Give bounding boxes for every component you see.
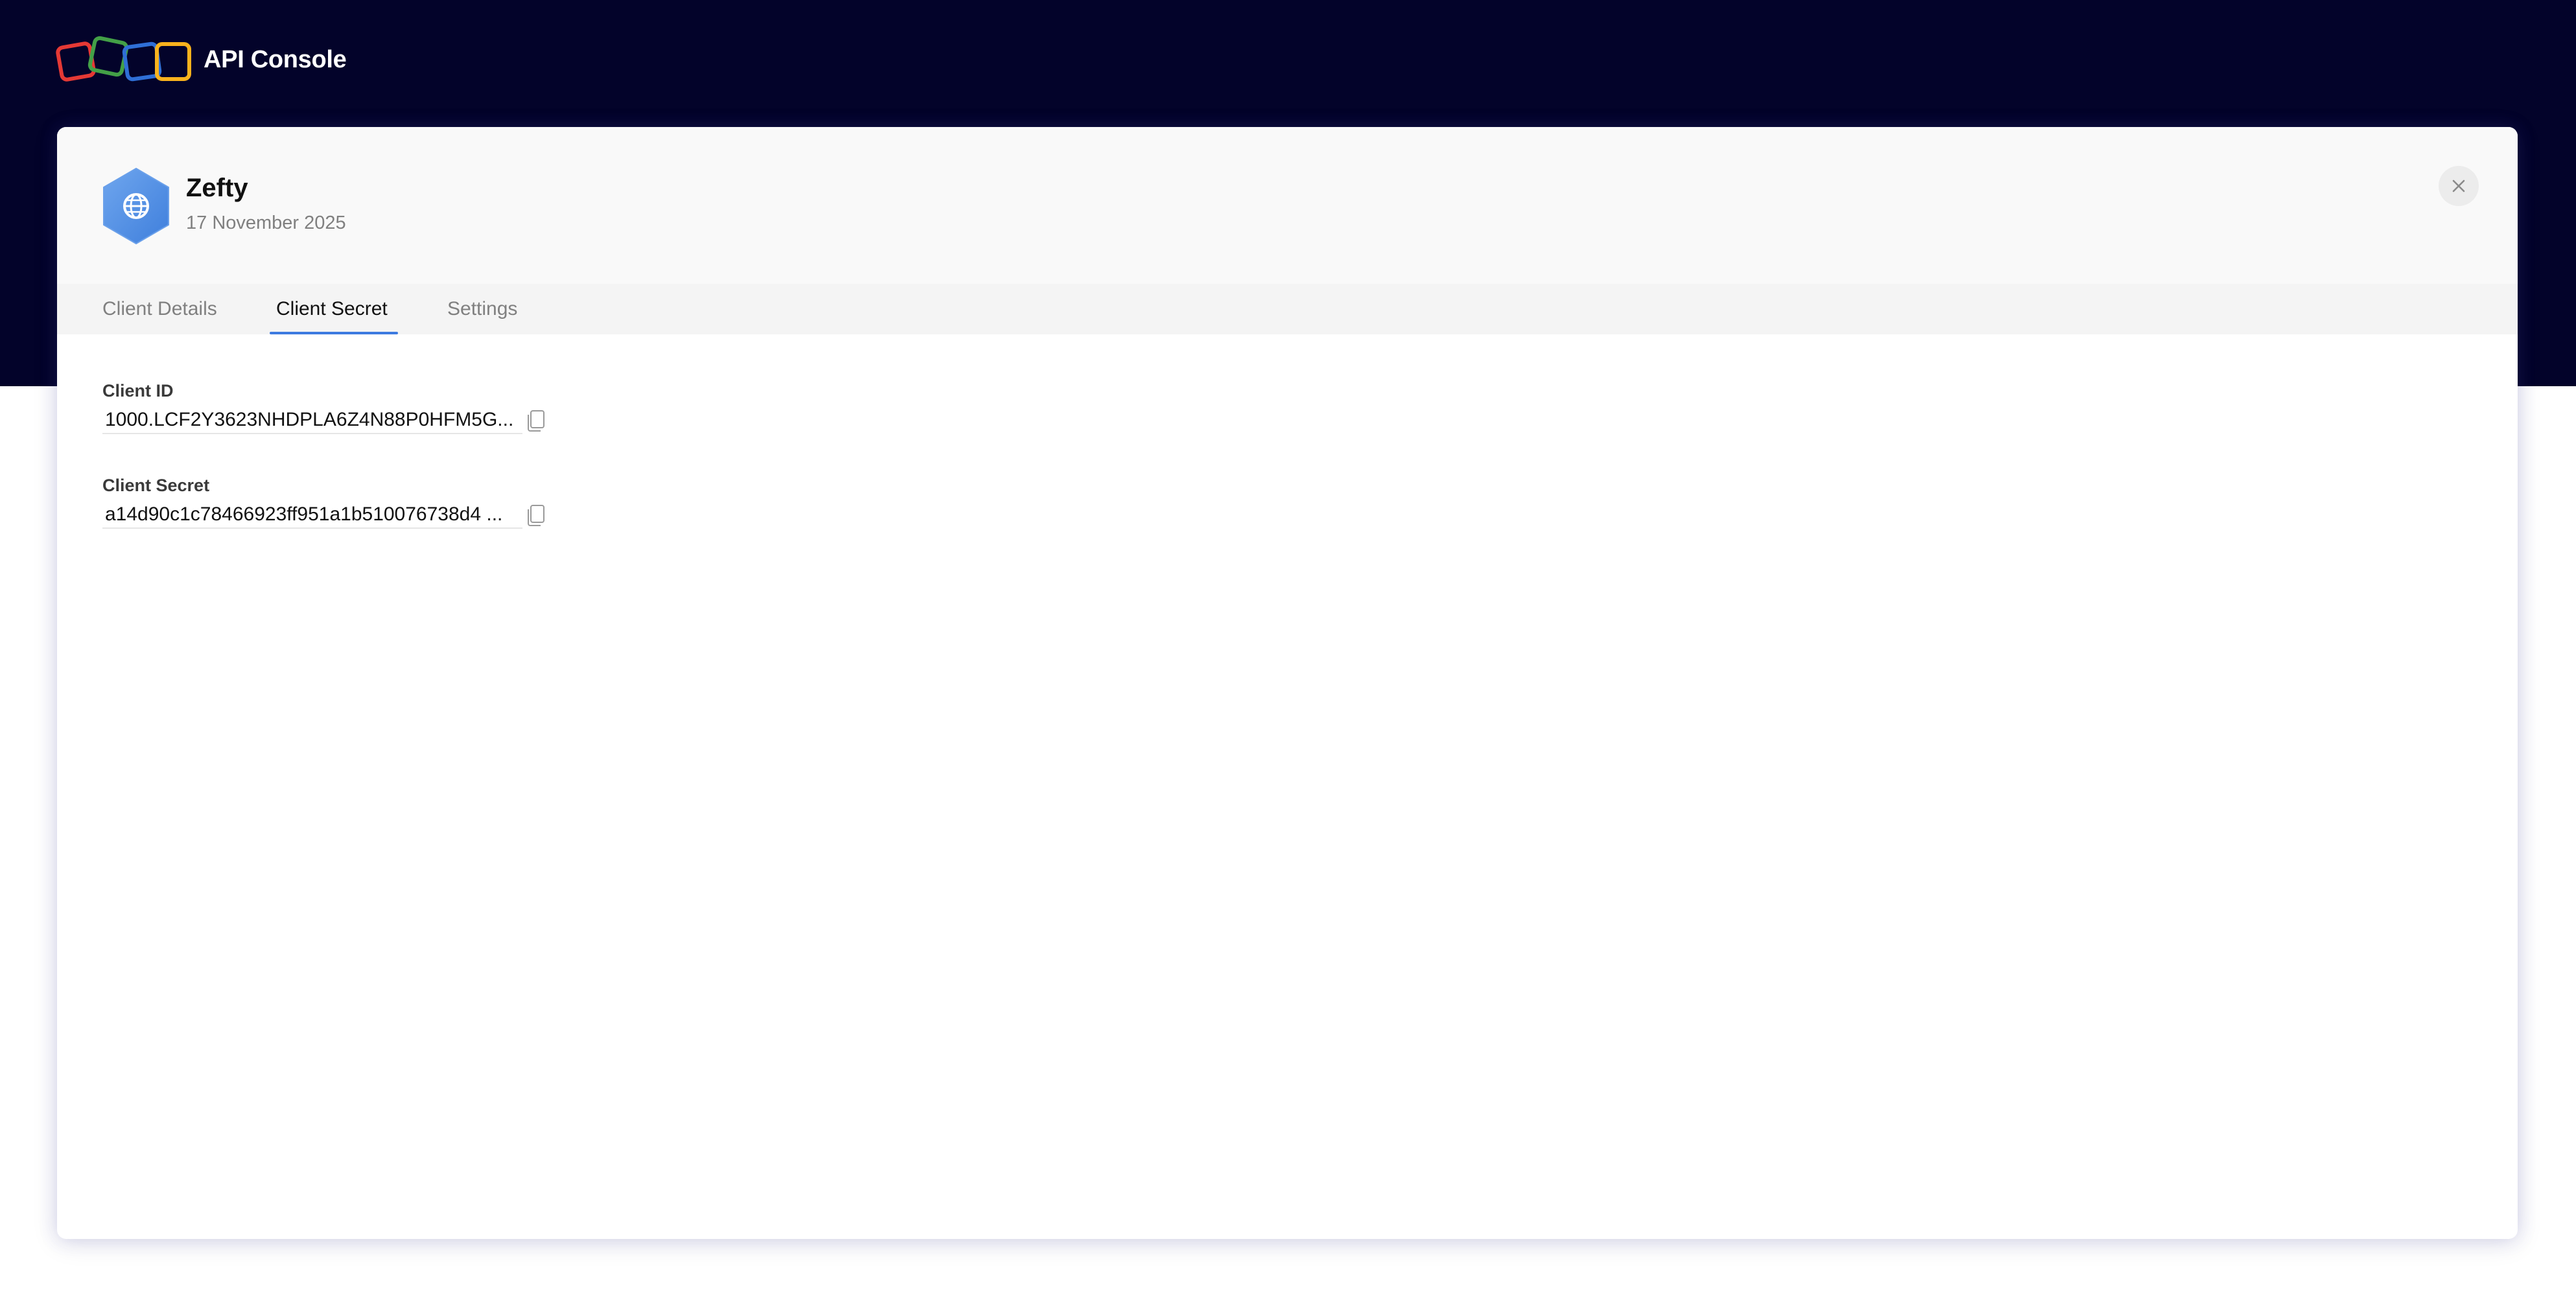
client-name: Zefty	[186, 174, 248, 202]
client-created-date: 17 November 2025	[186, 213, 346, 233]
tab-client-secret[interactable]: Client Secret	[276, 284, 388, 334]
globe-icon	[103, 168, 169, 244]
tab-client-details[interactable]: Client Details	[102, 284, 217, 334]
close-icon	[2452, 179, 2465, 192]
panel-header: Zefty 17 November 2025	[57, 127, 2518, 284]
client-id-field[interactable]: 1000.LCF2Y3623NHDPLA6Z4N88P0HFM5G...	[102, 406, 522, 434]
close-button[interactable]	[2439, 166, 2479, 206]
app-title: API Console	[204, 45, 347, 73]
copy-icon[interactable]	[525, 502, 547, 527]
client-secret-field[interactable]: a14d90c1c78466923ff951a1b510076738d4 ...	[102, 500, 522, 529]
active-tab-indicator	[270, 332, 398, 334]
brand-header: API Console	[56, 34, 347, 86]
client-detail-panel: Zefty 17 November 2025 Client Details Cl…	[57, 127, 2518, 1239]
client-id-label: Client ID	[102, 381, 174, 400]
client-secret-label: Client Secret	[102, 476, 210, 495]
zoho-logo-icon	[56, 36, 191, 82]
tab-bar: Client Details Client Secret Settings	[57, 284, 2518, 334]
tab-settings[interactable]: Settings	[447, 284, 517, 334]
copy-icon[interactable]	[525, 407, 547, 433]
